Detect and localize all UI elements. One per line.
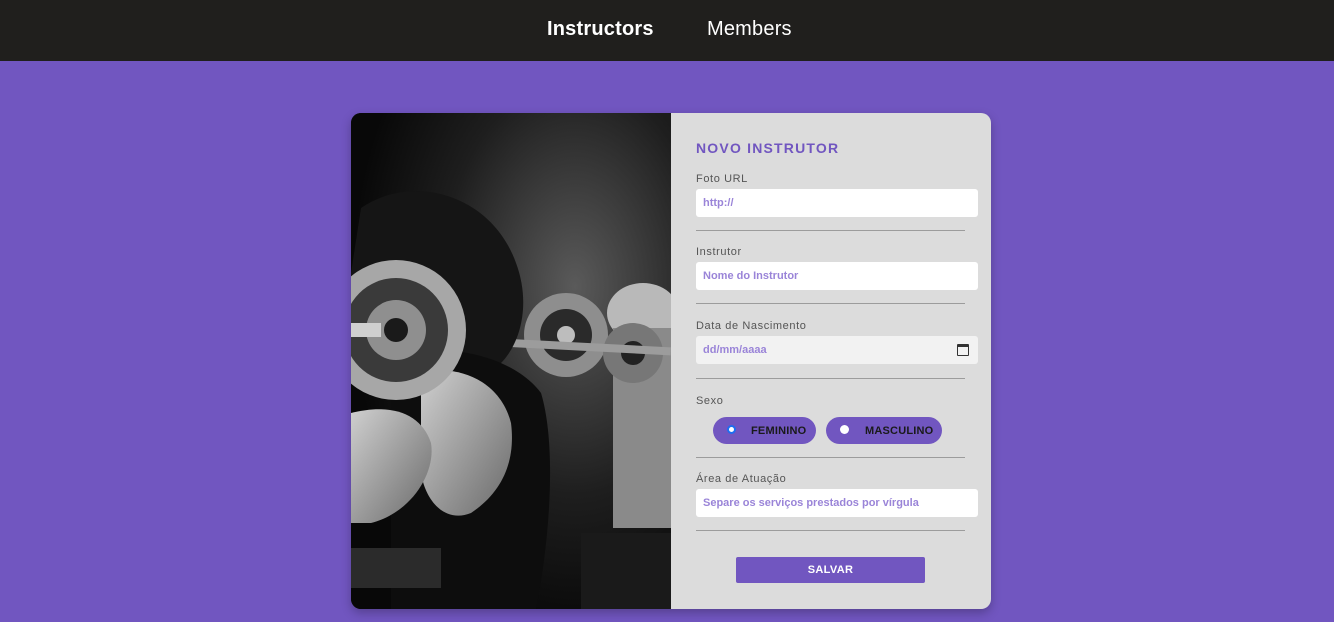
radio-masculino[interactable]: MASCULINO [826,417,942,444]
photo-url-input[interactable] [696,189,978,217]
photo-url-label: Foto URL [696,173,748,185]
divider [696,457,965,458]
instructor-name-input[interactable] [696,262,978,290]
area-label: Área de Atuação [696,473,787,485]
divider [696,378,965,379]
nav-link-members[interactable]: Members [707,18,792,41]
form-title: NOVO INSTRUTOR [696,140,840,156]
radio-checked-icon[interactable] [727,425,736,434]
top-navigation-bar: Instructors Members [0,0,1334,61]
radio-unchecked-icon[interactable] [840,425,849,434]
birth-date-label: Data de Nascimento [696,320,807,332]
divider [696,530,965,531]
birth-date-placeholder: dd/mm/aaaa [703,344,767,356]
save-button[interactable]: SALVAR [736,557,925,583]
calendar-icon[interactable] [957,344,969,356]
radio-feminino[interactable]: FEMININO [713,417,816,444]
instructor-label: Instrutor [696,246,742,258]
divider [696,303,965,304]
instructor-form: NOVO INSTRUTOR Foto URL Instrutor Data d… [671,113,991,609]
gym-photo [351,113,671,609]
gender-label: Sexo [696,395,724,407]
birth-date-input[interactable]: dd/mm/aaaa [696,336,978,364]
nav-link-instructors[interactable]: Instructors [547,18,654,41]
radio-feminino-label: FEMININO [751,425,807,437]
area-input[interactable] [696,489,978,517]
new-instructor-card: NOVO INSTRUTOR Foto URL Instrutor Data d… [351,113,991,609]
divider [696,230,965,231]
radio-masculino-label: MASCULINO [865,425,934,437]
